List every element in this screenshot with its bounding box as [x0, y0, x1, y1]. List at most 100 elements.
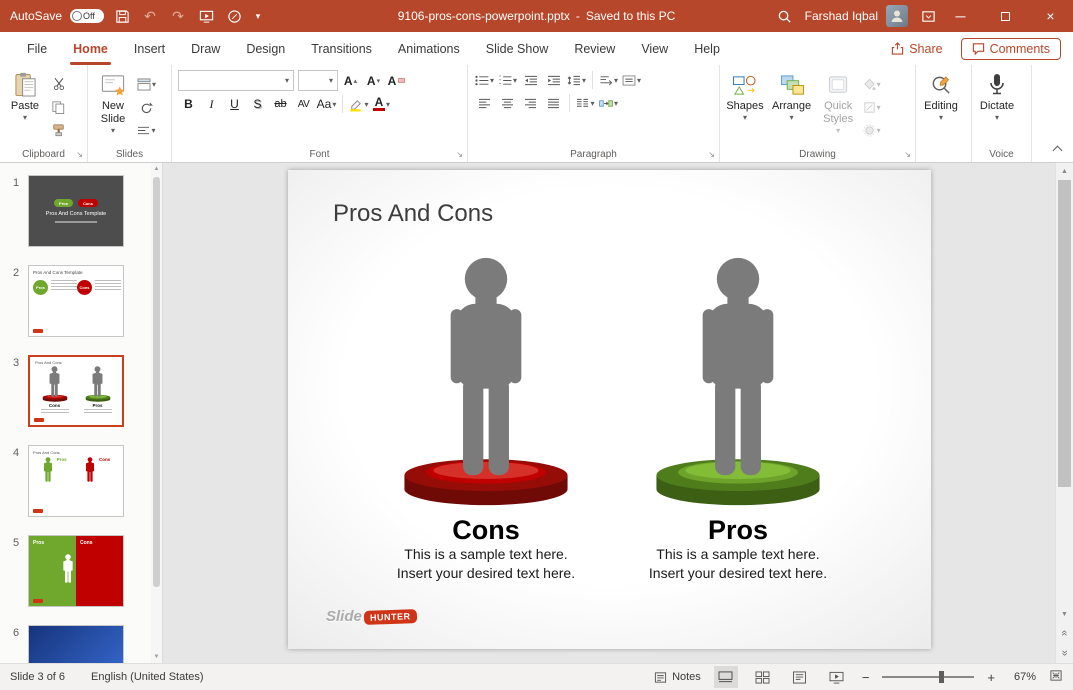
new-slide-button[interactable]: New Slide ▾: [90, 67, 136, 146]
thumbnails-scrollbar[interactable]: ▲ ▼: [151, 163, 162, 663]
autosave-toggle[interactable]: Off: [70, 9, 104, 23]
start-presentation-icon[interactable]: [196, 6, 216, 26]
decrease-indent-button[interactable]: [520, 70, 541, 90]
italic-button[interactable]: I: [201, 94, 222, 114]
grow-font-button[interactable]: A▴: [340, 71, 361, 91]
tab-review[interactable]: Review: [561, 32, 628, 65]
avatar[interactable]: [886, 5, 908, 27]
tab-design[interactable]: Design: [233, 32, 298, 65]
font-color-button[interactable]: A ▾: [371, 94, 392, 114]
align-text-button[interactable]: ▾: [621, 70, 642, 90]
main-scrollbar[interactable]: ▲ ▼ » »: [1055, 163, 1073, 663]
align-center-button[interactable]: [497, 93, 518, 113]
justify-button[interactable]: [543, 93, 564, 113]
zoom-slider-thumb[interactable]: [939, 671, 944, 683]
thumbnail-slide-1[interactable]: 1 Pros Cons Pros And Cons Template: [4, 175, 162, 247]
shape-outline-button[interactable]: ▾: [861, 97, 882, 117]
font-size-combobox[interactable]: ▾: [298, 70, 338, 91]
scroll-down-button[interactable]: ▼: [1056, 606, 1073, 623]
cons-text-line2[interactable]: Insert your desired text here.: [397, 564, 575, 583]
font-dialog-launcher[interactable]: ↘: [456, 151, 463, 159]
align-left-button[interactable]: [474, 93, 495, 113]
paragraph-dialog-launcher[interactable]: ↘: [708, 151, 715, 159]
slide-3-editor[interactable]: Pros And Cons Cons This is a sample text…: [288, 170, 931, 649]
qat-customize-chevron-icon[interactable]: ▾: [252, 6, 264, 26]
previous-slide-button[interactable]: »: [1055, 625, 1073, 642]
thumbnail-slide-6[interactable]: 6: [4, 625, 162, 663]
collapse-ribbon-icon[interactable]: [1053, 146, 1063, 156]
tab-animations[interactable]: Animations: [385, 32, 473, 65]
pros-text-line2[interactable]: Insert your desired text here.: [649, 564, 827, 583]
text-shadow-button[interactable]: S: [247, 94, 268, 114]
line-spacing-button[interactable]: ▾: [566, 70, 587, 90]
ribbon-display-options-icon[interactable]: [918, 6, 938, 26]
tab-slide-show[interactable]: Slide Show: [473, 32, 562, 65]
tab-view[interactable]: View: [628, 32, 681, 65]
pros-heading[interactable]: Pros: [708, 515, 768, 545]
slide-canvas[interactable]: Pros And Cons Cons This is a sample text…: [163, 163, 1055, 663]
scroll-up-button[interactable]: ▲: [1056, 163, 1073, 180]
slide-4-preview[interactable]: Pros And Cons Pros: [28, 445, 124, 517]
tab-transitions[interactable]: Transitions: [298, 32, 385, 65]
shape-effects-button[interactable]: ▾: [861, 120, 882, 140]
reading-view-button[interactable]: [788, 666, 812, 688]
change-case-button[interactable]: Aa▾: [316, 94, 337, 114]
text-direction-button[interactable]: ▾: [598, 70, 619, 90]
undo-icon[interactable]: ↶: [140, 6, 160, 26]
search-icon[interactable]: [775, 6, 795, 26]
close-button[interactable]: ×: [1028, 0, 1073, 32]
slide-5-preview[interactable]: Pros Cons: [28, 535, 124, 607]
scrollbar-thumb[interactable]: [1058, 180, 1071, 487]
slide-1-preview[interactable]: Pros Cons Pros And Cons Template: [28, 175, 124, 247]
format-painter-button[interactable]: [48, 120, 69, 140]
bold-button[interactable]: B: [178, 94, 199, 114]
reset-slide-button[interactable]: [136, 97, 157, 117]
slide-3-preview[interactable]: Pros And Cons Cons Pros: [28, 355, 124, 427]
align-right-button[interactable]: [520, 93, 541, 113]
copy-button[interactable]: [48, 97, 69, 117]
shapes-button[interactable]: Shapes ▾: [722, 67, 768, 146]
thumbnails-scrollbar-thumb[interactable]: [153, 177, 160, 587]
slide-2-preview[interactable]: Pros And Cons Template Pros Cons: [28, 265, 124, 337]
pen-tool-icon[interactable]: [224, 6, 244, 26]
convert-smartart-button[interactable]: ▾: [598, 93, 619, 113]
cons-text-line1[interactable]: This is a sample text here.: [404, 545, 567, 564]
tab-file[interactable]: File: [14, 32, 60, 65]
tab-draw[interactable]: Draw: [178, 32, 233, 65]
scrollbar-track[interactable]: [1056, 180, 1073, 606]
thumbnails-scroll-down-icon[interactable]: ▼: [154, 654, 160, 660]
zoom-slider[interactable]: [882, 676, 974, 678]
fit-slide-to-window-button[interactable]: [1049, 669, 1063, 685]
dictate-button[interactable]: Dictate ▾: [974, 67, 1020, 146]
thumbnail-slide-3-selected[interactable]: 3 Pros And Cons Cons: [4, 355, 162, 427]
underline-button[interactable]: U: [224, 94, 245, 114]
clear-formatting-button[interactable]: A: [386, 71, 407, 91]
editing-button[interactable]: Editing ▾: [918, 67, 964, 146]
columns-button[interactable]: ▾: [575, 93, 596, 113]
maximize-button[interactable]: [983, 0, 1028, 32]
bullets-button[interactable]: ▾: [474, 70, 495, 90]
redo-icon[interactable]: ↷: [168, 6, 188, 26]
shrink-font-button[interactable]: A▾: [363, 71, 384, 91]
thumbnail-slide-4[interactable]: 4 Pros And Cons Pros: [4, 445, 162, 517]
pros-person-figure[interactable]: [685, 256, 791, 477]
slide-title[interactable]: Pros And Cons: [333, 200, 493, 228]
shape-fill-button[interactable]: ▾: [861, 74, 882, 94]
slide-indicator[interactable]: Slide 3 of 6: [10, 671, 65, 683]
character-spacing-button[interactable]: AV: [293, 94, 314, 114]
section-button[interactable]: ▾: [136, 120, 157, 140]
zoom-level[interactable]: 67%: [1008, 671, 1036, 683]
tab-insert[interactable]: Insert: [121, 32, 178, 65]
thumbnail-slide-2[interactable]: 2 Pros And Cons Template Pros Cons: [4, 265, 162, 337]
normal-view-button[interactable]: [714, 666, 738, 688]
save-icon[interactable]: [112, 6, 132, 26]
slide-layout-button[interactable]: ▾: [136, 74, 157, 94]
quick-styles-button[interactable]: Quick Styles ▾: [815, 67, 861, 146]
notes-button[interactable]: Notes: [654, 671, 701, 684]
slideshow-button[interactable]: [825, 666, 849, 688]
share-button[interactable]: Share: [891, 42, 942, 56]
minimize-button[interactable]: ─: [938, 0, 983, 32]
tab-help[interactable]: Help: [681, 32, 733, 65]
slide-6-preview[interactable]: [28, 625, 124, 663]
arrange-button[interactable]: Arrange ▾: [768, 67, 815, 146]
